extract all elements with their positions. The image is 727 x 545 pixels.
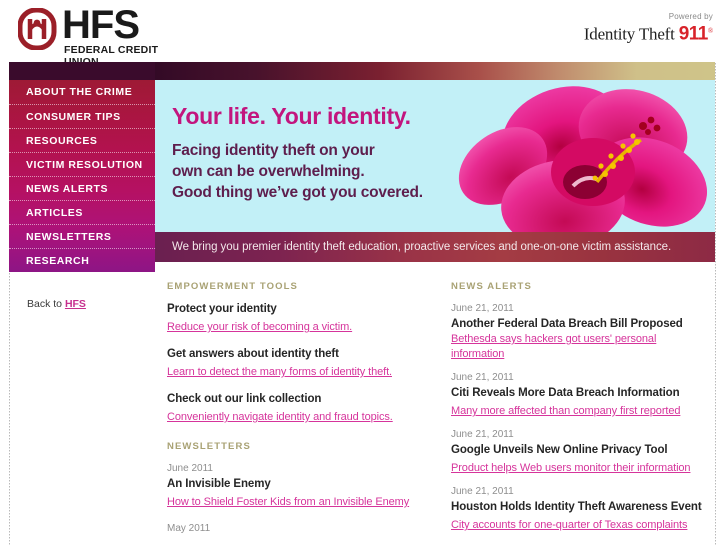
trademark-mark: ®: [707, 27, 713, 35]
news-alerts-heading: NEWS ALERTS: [451, 281, 532, 292]
hero-subcopy-line-2: own can be overwhelming.: [172, 163, 365, 180]
news-alert-item: June 21, 2011 Houston Holds Identity The…: [451, 485, 707, 533]
news-alert-title: Houston Holds Identity Theft Awareness E…: [451, 501, 702, 513]
hero-subcopy-line-1: Facing identity theft on your: [172, 142, 375, 159]
sidebar-item-articles[interactable]: ARTICLES: [9, 200, 155, 224]
hero-subcopy: Facing identity theft on your own can be…: [172, 140, 423, 203]
news-alert-item: June 21, 2011 Another Federal Data Breac…: [451, 302, 707, 362]
empowerment-tools-heading: EMPOWERMENT TOOLS: [167, 281, 298, 292]
news-alert-link[interactable]: Many more affected than company first re…: [451, 404, 680, 419]
sidebar-item-consumer-tips[interactable]: CONSUMER TIPS: [9, 104, 155, 128]
empowerment-item: Protect your identity Reduce your risk o…: [167, 302, 437, 335]
hfs-wordmark: HFS: [62, 3, 140, 47]
newsletter-item: June 2011 An Invisible Enemy How to Shie…: [167, 462, 437, 510]
identity-theft-911-logo[interactable]: Powered by Identity Theft 911®: [584, 12, 713, 45]
empowerment-title: Get answers about identity theft: [167, 348, 339, 360]
back-to-site: Back to HFS: [9, 298, 155, 310]
partner-name: Identity Theft 911®: [584, 21, 713, 45]
news-alert-title: Google Unveils New Online Privacy Tool: [451, 444, 668, 456]
partner-name-text: Identity Theft: [583, 24, 675, 44]
back-to-hfs-link[interactable]: HFS: [65, 298, 86, 310]
sidebar-item-news-alerts[interactable]: NEWS ALERTS: [9, 176, 155, 200]
news-alert-date: June 21, 2011: [451, 429, 514, 440]
sidebar-item-victim-resolution[interactable]: VICTIM RESOLUTION: [9, 152, 155, 176]
newsletter-item: May 2011: [167, 522, 437, 536]
newsletter-link[interactable]: How to Shield Foster Kids from an Invisi…: [167, 495, 409, 510]
site-header: HFS FEDERAL CREDIT UNION Powered by Iden…: [0, 0, 727, 68]
hero-tagline-text: We bring you premier identity theft educ…: [172, 241, 672, 253]
powered-by-label: Powered by: [668, 12, 713, 21]
topbar-accent-gradient: [155, 62, 715, 80]
news-alert-link[interactable]: Product helps Web users monitor their in…: [451, 461, 691, 476]
empowerment-item: Get answers about identity theft Learn t…: [167, 347, 437, 380]
empowerment-title: Protect your identity: [167, 303, 277, 315]
newsletter-date: June 2011: [167, 463, 213, 474]
news-alert-title: Citi Reveals More Data Breach Informatio…: [451, 387, 680, 399]
hfs-emblem-icon: [18, 8, 57, 50]
sidebar-item-research[interactable]: RESEARCH: [9, 248, 155, 272]
page-right-border: [715, 0, 716, 545]
sidebar-item-newsletters[interactable]: NEWSLETTERS: [9, 224, 155, 248]
hero-copy: Your life. Your identity. Facing identit…: [172, 102, 423, 203]
news-alert-title: Another Federal Data Breach Bill Propose…: [451, 318, 683, 330]
partner-number: 911: [678, 23, 709, 45]
topbar-accent-left: [9, 62, 155, 80]
news-alert-date: June 21, 2011: [451, 372, 514, 383]
empowerment-link[interactable]: Learn to detect the many forms of identi…: [167, 365, 392, 380]
news-alert-item: June 21, 2011 Citi Reveals More Data Bre…: [451, 371, 707, 419]
news-alert-link[interactable]: Bethesda says hackers got users' persona…: [451, 332, 707, 362]
content-column-left: EMPOWERMENT TOOLS Protect your identity …: [167, 281, 437, 545]
empowerment-link[interactable]: Reduce your risk of becoming a victim.: [167, 320, 352, 335]
hero-banner: Your life. Your identity. Facing identit…: [155, 80, 715, 232]
content-column-right: NEWS ALERTS June 21, 2011 Another Federa…: [451, 281, 707, 542]
empowerment-link[interactable]: Conveniently navigate identity and fraud…: [167, 410, 393, 425]
pink-hibiscus-flower-image: [458, 86, 708, 232]
hero-tagline-bar: We bring you premier identity theft educ…: [155, 232, 715, 262]
news-alert-item: June 21, 2011 Google Unveils New Online …: [451, 428, 707, 476]
news-alert-date: June 21, 2011: [451, 486, 514, 497]
sidebar-nav: ABOUT THE CRIME CONSUMER TIPS RESOURCES …: [9, 80, 155, 272]
hfs-logo[interactable]: HFS FEDERAL CREDIT UNION: [18, 3, 178, 68]
hero-headline: Your life. Your identity.: [172, 103, 411, 129]
page-root: HFS FEDERAL CREDIT UNION Powered by Iden…: [0, 0, 727, 545]
sidebar-item-resources[interactable]: RESOURCES: [9, 128, 155, 152]
news-alert-link[interactable]: City accounts for one-quarter of Texas c…: [451, 518, 688, 533]
sidebar-item-about-the-crime[interactable]: ABOUT THE CRIME: [9, 80, 155, 104]
news-alert-date: June 21, 2011: [451, 303, 514, 314]
hero-subcopy-line-3: Good thing we’ve got you covered.: [172, 184, 423, 201]
empowerment-title: Check out our link collection: [167, 393, 322, 405]
back-to-label: Back to: [27, 298, 65, 310]
newsletter-date: May 2011: [167, 523, 211, 534]
newsletters-heading: NEWSLETTERS: [167, 441, 251, 452]
newsletter-title: An Invisible Enemy: [167, 478, 271, 490]
empowerment-item: Check out our link collection Convenient…: [167, 392, 437, 425]
